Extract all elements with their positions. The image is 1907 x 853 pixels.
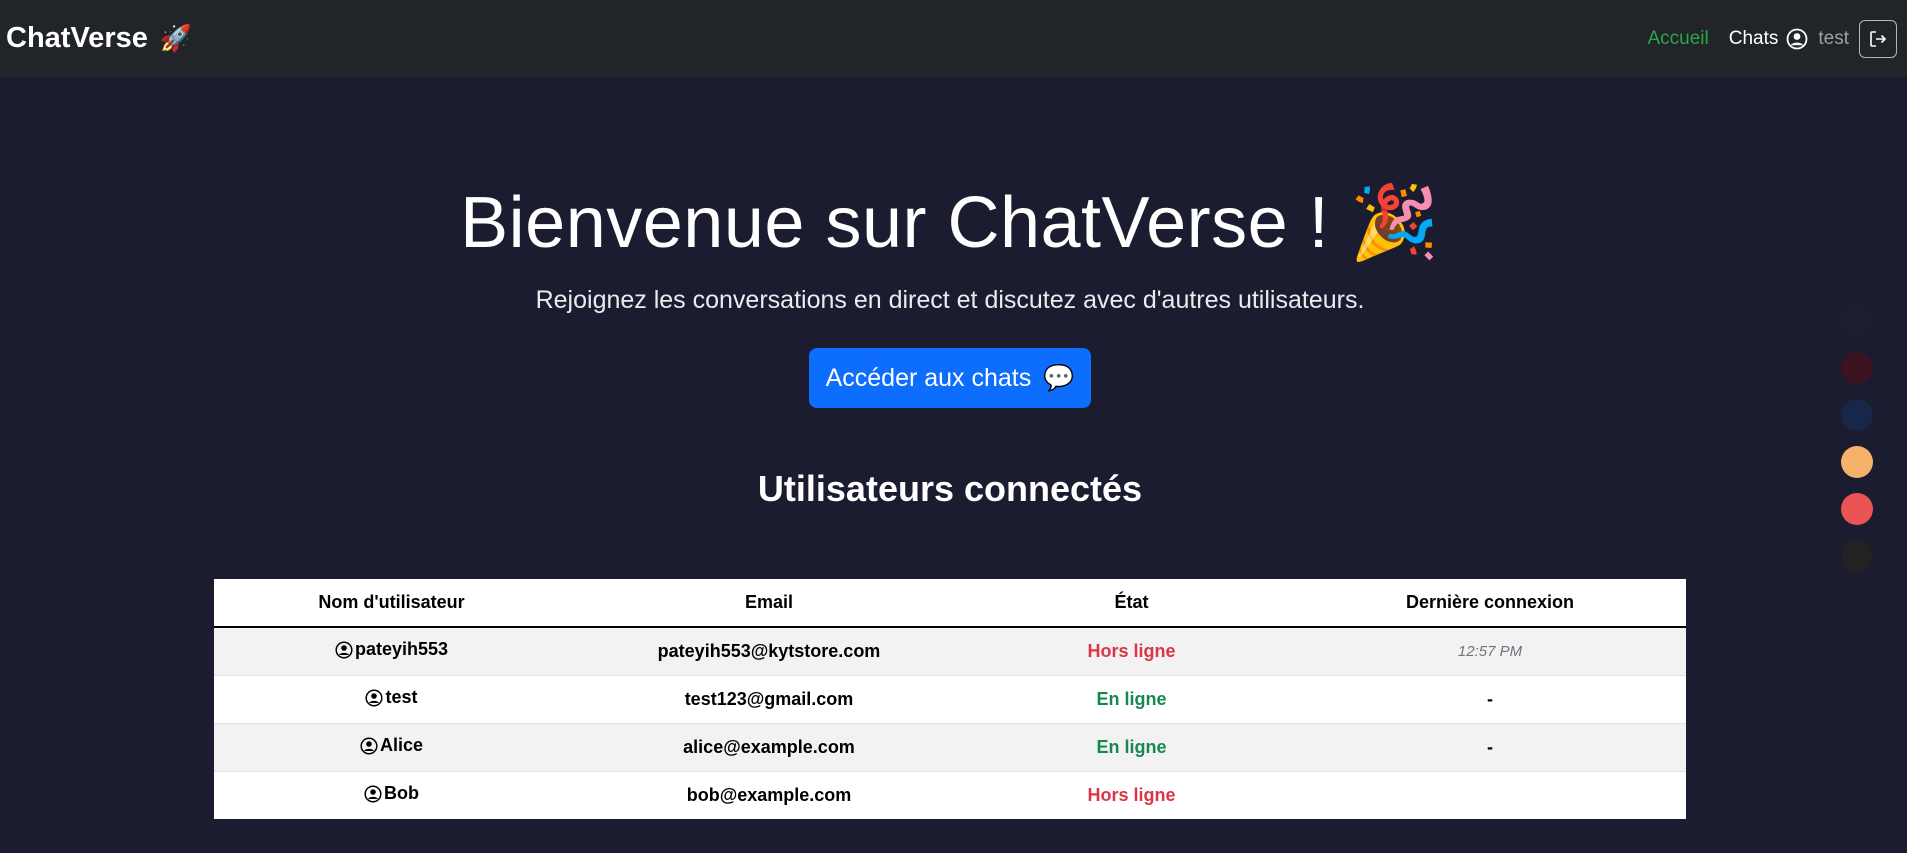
column-header-email[interactable]: Email: [569, 579, 969, 628]
nav-link-chats[interactable]: Chats: [1729, 28, 1779, 50]
cell-username: test: [214, 675, 569, 724]
username-text: Bob: [384, 783, 419, 804]
logout-icon: [1870, 30, 1887, 47]
cell-status: En ligne: [969, 675, 1294, 724]
access-chats-button[interactable]: Accéder aux chats 💬: [809, 348, 1091, 408]
table-row: pateyih553 pateyih553@kytstore.com Hors …: [214, 626, 1686, 676]
cell-last-login: 12:57 PM: [1294, 626, 1686, 676]
access-chats-label: Accéder aux chats: [825, 363, 1032, 392]
user-circle-icon: [365, 689, 384, 707]
username-text: test: [385, 687, 418, 708]
table-row: test test123@gmail.com En ligne -: [214, 675, 1686, 724]
cell-username: Bob: [214, 771, 569, 819]
rocket-icon: 🚀: [159, 23, 193, 53]
nav-links: Accueil Chats test: [1627, 19, 1897, 58]
username-text: pateyih553: [354, 639, 449, 660]
theme-dot-4[interactable]: [1841, 446, 1873, 478]
theme-dot-5[interactable]: [1841, 493, 1873, 525]
page-title: Bienvenue sur ChatVerse ! 🎉: [0, 180, 1900, 265]
user-circle-icon: [360, 737, 378, 755]
table-row: Alice alice@example.com En ligne -: [214, 723, 1686, 772]
column-header-status[interactable]: État: [969, 579, 1294, 628]
table-header-row: Nom d'utilisateur Email État Dernière co…: [214, 579, 1686, 628]
nav-link-home[interactable]: Accueil: [1647, 28, 1708, 50]
cell-last-login: [1294, 771, 1686, 819]
table-row: Bob bob@example.com Hors ligne: [214, 771, 1686, 819]
users-table: Nom d'utilisateur Email État Dernière co…: [214, 579, 1686, 819]
cell-status: Hors ligne: [969, 771, 1294, 819]
theme-dot-3[interactable]: [1841, 399, 1873, 431]
column-header-last-login[interactable]: Dernière connexion: [1294, 579, 1686, 628]
cell-last-login: -: [1294, 723, 1686, 772]
cell-username: Alice: [214, 723, 569, 772]
navbar: ChatVerse 🚀 Accueil Chats test: [0, 0, 1907, 77]
current-username: test: [1818, 27, 1849, 49]
theme-dot-6[interactable]: [1841, 540, 1873, 572]
cell-status: En ligne: [969, 723, 1294, 772]
title-prefix: Bienvenue sur: [460, 183, 948, 263]
brand-name: ChatVerse: [6, 22, 148, 54]
cell-username: pateyih553: [214, 626, 569, 676]
speech-bubble-icon: 💬: [1043, 363, 1075, 392]
connected-users-title: Utilisateurs connectés: [757, 468, 1143, 509]
cell-last-login: -: [1294, 675, 1686, 724]
logout-button[interactable]: [1859, 19, 1897, 58]
cell-email: pateyih553@kytstore.com: [569, 626, 969, 676]
party-popper-icon: 🎉: [1349, 183, 1440, 263]
page-subtitle: Rejoignez les conversations en direct et…: [535, 286, 1365, 314]
theme-dot-2[interactable]: [1841, 352, 1873, 384]
title-suffix: !: [1288, 183, 1350, 263]
user-circle-icon: [335, 641, 353, 659]
user-circle-icon: [1786, 28, 1808, 50]
cell-status: Hors ligne: [969, 626, 1294, 676]
theme-dot-1[interactable]: [1841, 305, 1873, 337]
cell-email: test123@gmail.com: [569, 675, 969, 724]
username-text: Alice: [379, 735, 424, 756]
cell-email: bob@example.com: [569, 771, 969, 819]
cell-email: alice@example.com: [569, 723, 969, 772]
title-brand: ChatVerse: [947, 183, 1289, 263]
brand-logo[interactable]: ChatVerse 🚀: [6, 22, 192, 55]
column-header-username[interactable]: Nom d'utilisateur: [214, 579, 569, 628]
theme-color-picker: [1841, 305, 1873, 572]
user-circle-icon: [364, 785, 382, 803]
